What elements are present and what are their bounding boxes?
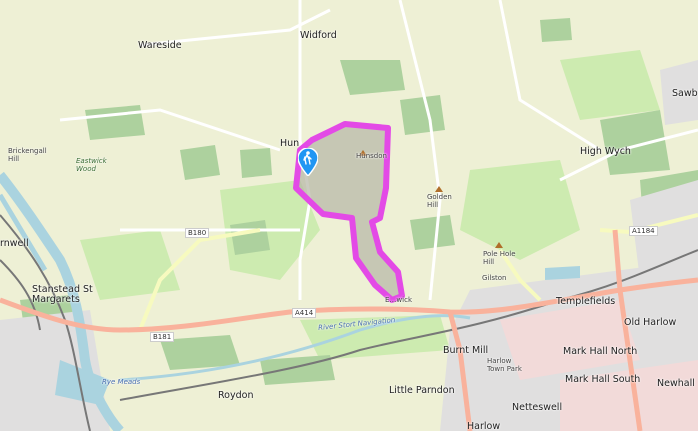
label-netteswell: Netteswell [512,402,563,413]
label-mark-hall-south: Mark Hall South [565,374,641,385]
label-widford: Widford [300,30,337,41]
label-newhall: Newhall [657,378,695,389]
label-eastwick: E…wick [385,296,412,304]
road-label-b180: B180 [185,228,210,238]
road-label-b181: B181 [150,332,175,342]
label-rye-meads: Rye Meads [102,378,141,386]
label-high-wych: High Wych [580,146,631,157]
label-little-parndon: Little Parndon [389,385,455,396]
label-golden-hill: Golden Hill [427,193,452,209]
label-hunsdon: Hun [280,138,300,149]
map-canvas[interactable]: Widford Wareside Sawb Hun Hunsdon Bricke… [0,0,698,431]
road-label-a1184: A1184 [629,226,658,236]
label-mark-hall-north: Mark Hall North [563,346,638,357]
label-hunsdon-sub: Hunsdon [356,152,387,160]
map-layer [0,0,698,431]
label-burnt-mill: Burnt Mill [443,345,489,356]
label-stanstead: Stanstead St Margarets [32,284,93,305]
label-harlow-town-park: Harlow Town Park [487,357,522,373]
label-harlow: Harlow [467,421,501,431]
label-gilston: Gilston [482,274,507,282]
label-sawb: Sawb [672,88,698,99]
label-eastwick-wood: Eastwick Wood [76,157,107,173]
hiker-icon [298,148,318,176]
label-roydon: Roydon [218,390,254,401]
label-well: rnwell [0,238,29,249]
hiker-marker[interactable] [298,148,318,176]
label-templefields: Templefields [556,296,616,307]
road-label-a414: A414 [292,308,317,318]
label-pole-hole-hill: Pole Hole Hill [483,250,516,266]
label-brickendon-hill: Brickengall Hill [8,147,47,163]
label-old-harlow: Old Harlow [624,317,677,328]
label-wareside: Wareside [138,40,182,51]
